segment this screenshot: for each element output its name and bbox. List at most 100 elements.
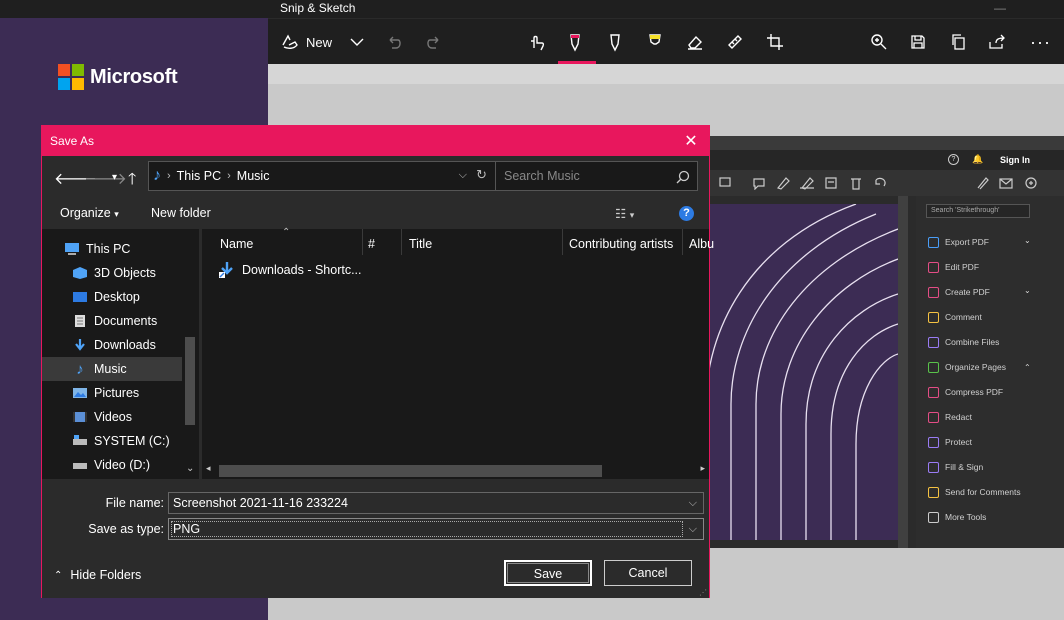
breadcrumb-music[interactable]: Music <box>237 169 270 183</box>
highlighter-icon[interactable] <box>646 29 664 55</box>
column-header-contributing-artists[interactable]: Contributing artists <box>569 237 673 251</box>
forward-arrow-icon[interactable]: 🡒 <box>84 168 127 189</box>
drive-icon <box>72 458 88 472</box>
dialog-title: Save As <box>50 134 95 148</box>
scroll-down-chevron-icon[interactable]: ⌄ <box>186 463 194 474</box>
sidebar-item-music[interactable]: ♪ Music <box>42 357 182 381</box>
organize-menu[interactable]: Organize ▾ <box>60 206 119 220</box>
save-type-select[interactable]: PNG ⌵ <box>168 518 704 540</box>
save-type-label: Save as type: <box>88 522 164 536</box>
view-options-icon[interactable]: ☷ ▾ <box>615 206 634 221</box>
new-dropdown-chevron-icon[interactable] <box>350 29 364 55</box>
ruler-icon[interactable] <box>726 29 744 55</box>
file-list: Name ⌃ # Title Contributing artists Albu… <box>202 227 714 479</box>
music-note-icon: ♪ <box>153 167 161 184</box>
navigation-row: 🡐 🡒 ▾ 🡑 ♪ › This PC › Music ⌵ ↻ Search M… <box>42 156 709 198</box>
navigation-pane: ⌃ This PC 3D Objects Desktop Documents D… <box>42 229 199 479</box>
file-row[interactable]: Downloads - Shortc... <box>218 261 362 279</box>
ballpoint-pen-icon[interactable] <box>566 29 584 55</box>
column-header-album[interactable]: Albu <box>689 237 714 251</box>
3d-objects-icon <box>72 266 88 280</box>
touch-writing-icon[interactable] <box>528 29 546 55</box>
pencil-icon[interactable] <box>606 29 624 55</box>
scroll-right-chevron-icon[interactable]: ▸ <box>700 463 705 474</box>
window-title: Snip & Sketch <box>280 1 356 15</box>
more-options-icon[interactable]: ··· <box>1030 29 1051 55</box>
bell-icon: 🔔 <box>972 154 984 164</box>
acro-tool-item: Edit PDF <box>928 259 979 275</box>
videos-icon <box>72 410 88 424</box>
file-name-dropdown-chevron-icon[interactable]: ⌵ <box>689 493 697 513</box>
new-snip-button[interactable]: New <box>280 29 332 55</box>
drive-icon <box>72 434 88 448</box>
recent-locations-chevron-icon[interactable]: ▾ <box>112 172 117 183</box>
undo-icon[interactable] <box>386 29 402 55</box>
chevron-up-icon: ⌃ <box>54 569 63 581</box>
eraser-icon[interactable] <box>686 29 704 55</box>
microsoft-logo: Microsoft <box>58 64 178 90</box>
column-divider[interactable] <box>401 229 402 255</box>
export-pdf-icon <box>928 236 939 248</box>
save-as-dialog: Save As ✕ 🡐 🡒 ▾ 🡑 ♪ › This PC › Music ⌵ … <box>41 125 714 598</box>
file-name-field[interactable]: Screenshot 2021-11-16 233224 ⌵ <box>168 492 704 514</box>
acro-tool-item: Send for Comments <box>928 484 1021 500</box>
snip-toolbar: New ··· <box>268 18 1064 64</box>
acro-tools-pane: Search 'Strikethrough' Export PDF Edit P… <box>916 196 1064 548</box>
acro-tool-item: Redact <box>928 409 972 425</box>
sign-in-link: Sign In <box>1000 155 1030 165</box>
share-icon[interactable] <box>988 29 1006 55</box>
hide-folders-label: Hide Folders <box>70 568 142 582</box>
new-snip-icon <box>282 34 298 50</box>
acro-right-icons <box>977 177 1037 190</box>
column-header-title[interactable]: Title <box>409 237 432 251</box>
desktop-icon <box>72 290 88 304</box>
column-divider[interactable] <box>362 229 363 255</box>
save-type-dropdown-chevron-icon[interactable]: ⌵ <box>689 519 697 539</box>
command-bar: Organize ▾ New folder ☷ ▾ ? <box>42 198 709 228</box>
microsoft-grid-icon <box>58 64 84 90</box>
breadcrumb-separator: › <box>227 170 231 182</box>
address-dropdown-chevron-icon[interactable]: ⌵ <box>459 169 467 182</box>
crop-icon[interactable] <box>766 29 784 55</box>
edit-pdf-icon <box>928 261 939 273</box>
navigation-scrollbar[interactable]: ⌄ <box>182 229 198 479</box>
document-page <box>706 204 898 540</box>
acro-tool-icons <box>719 177 886 190</box>
column-divider[interactable] <box>562 229 563 255</box>
help-icon[interactable]: ? <box>679 206 694 221</box>
combine-files-icon <box>928 336 939 348</box>
column-header-number[interactable]: # <box>368 237 375 251</box>
scrollbar-thumb[interactable] <box>185 337 195 425</box>
refresh-icon[interactable]: ↻ <box>476 167 487 183</box>
compress-pdf-icon <box>928 386 939 398</box>
save-button[interactable]: Save <box>504 560 592 586</box>
address-bar[interactable]: ♪ › This PC › Music ⌵ ↻ <box>148 161 496 191</box>
save-icon[interactable] <box>910 29 926 55</box>
redo-icon[interactable] <box>426 29 442 55</box>
chevron-down-icon: ⌄ <box>1024 286 1031 295</box>
comment-icon <box>928 311 939 323</box>
maximize-button[interactable] <box>978 0 1016 18</box>
scroll-left-chevron-icon[interactable]: ◂ <box>206 463 211 474</box>
copy-icon[interactable] <box>950 29 966 55</box>
resize-grip-icon[interactable]: ⋰ <box>699 588 707 597</box>
acro-tool-item: Combine Files <box>928 334 999 350</box>
focus-rectangle <box>171 521 683 537</box>
create-pdf-icon <box>928 286 939 298</box>
documents-icon <box>72 314 88 328</box>
column-divider[interactable] <box>682 229 683 255</box>
dialog-titlebar[interactable]: Save As ✕ <box>42 126 709 156</box>
breadcrumb-this-pc[interactable]: This PC <box>177 169 221 183</box>
more-tools-icon <box>928 511 939 523</box>
scrollbar-thumb[interactable] <box>219 465 602 477</box>
document-wave-art <box>706 204 898 540</box>
column-header-name[interactable]: Name <box>220 237 253 251</box>
up-arrow-icon[interactable]: 🡑 <box>128 168 136 195</box>
cancel-button[interactable]: Cancel <box>604 560 692 586</box>
horizontal-scrollbar[interactable]: ◂ ▸ <box>202 461 709 479</box>
zoom-icon[interactable] <box>870 29 888 55</box>
hide-folders-toggle[interactable]: ⌃ Hide Folders <box>54 568 141 582</box>
new-folder-button[interactable]: New folder <box>151 206 211 220</box>
search-input[interactable]: Search Music <box>495 161 698 191</box>
close-button[interactable]: ✕ <box>681 131 701 151</box>
